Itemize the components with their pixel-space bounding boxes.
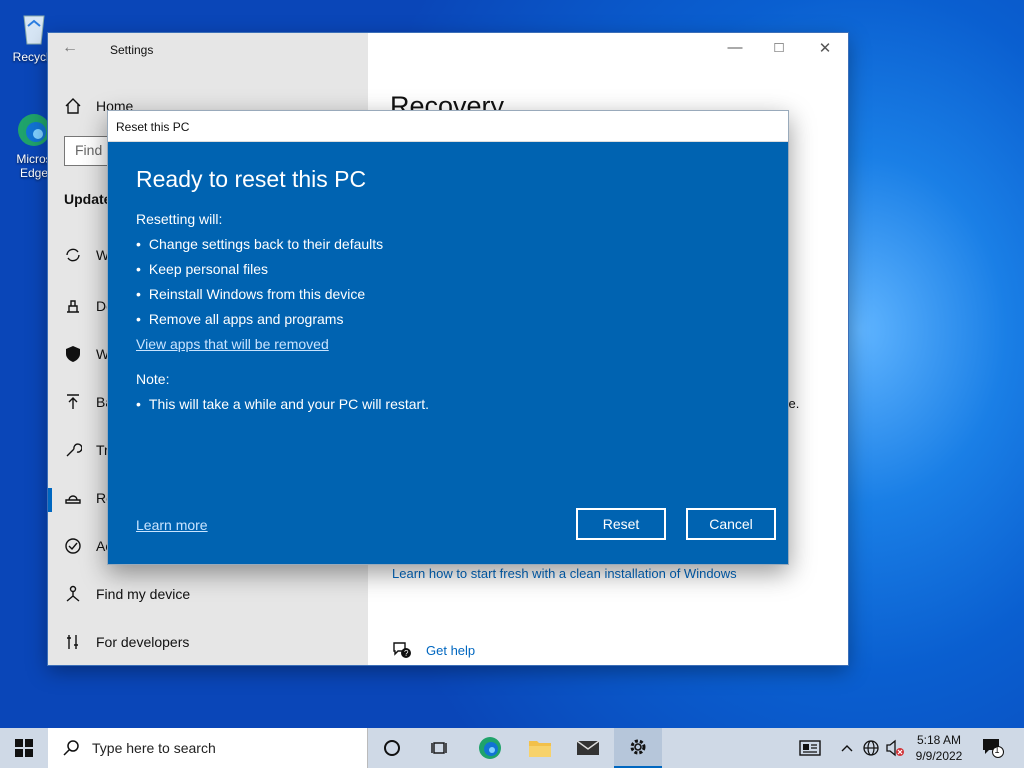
mail-icon [576,740,600,755]
news-interests-button[interactable] [796,728,824,768]
bullet-item: • Reinstall Windows from this device [136,286,366,302]
home-icon [65,98,81,114]
taskbar-edge[interactable] [466,728,514,768]
nav-item-troubleshoot[interactable]: Tr [64,438,109,462]
bullet-item: • Remove all apps and programs [136,311,344,327]
svg-text:?: ? [404,649,409,658]
taskbar-clock[interactable]: 5:18 AM 9/9/2022 [906,732,972,764]
reset-pc-dialog: Reset this PC Ready to reset this PC Res… [107,110,789,565]
troubleshoot-icon [66,443,82,457]
recovery-icon [65,495,81,504]
nav-item-activation[interactable]: Ac [64,534,112,558]
windows-security-icon [66,346,80,362]
notification-count: 1 [994,745,1000,755]
clock-time: 5:18 AM [916,733,962,747]
nav-item-backup[interactable]: Ba [64,390,113,414]
get-help-label: Get help [426,642,476,658]
minimize-button[interactable]: — [720,39,750,61]
news-icon [799,740,821,756]
cortana-icon [384,740,400,756]
show-hidden-icons-button[interactable] [838,728,856,768]
windows-logo-icon [15,739,33,757]
bullet-item: • Change settings back to their defaults [136,236,384,252]
note-bullet: • This will take a while and your PC will… [136,396,430,412]
edge-icon [479,737,501,759]
windows-update-icon [66,248,80,262]
gear-icon [630,739,646,755]
maximize-button[interactable]: □ [764,39,794,61]
search-icon [63,740,79,756]
action-center-button[interactable]: 1 [978,728,1008,768]
nav-item-find-my-device[interactable]: Find my device [64,582,190,606]
get-help-link[interactable]: ? Get help [392,641,475,659]
back-arrow-icon[interactable]: ← [62,39,78,57]
activation-icon [65,538,81,554]
clean-install-link[interactable]: Learn how to start fresh with a clean in… [392,566,737,581]
nav-item-label: Find my device [96,586,191,602]
learn-more-link[interactable]: Learn more [136,517,208,533]
volume-button[interactable] [884,728,906,768]
backup-icon [67,394,79,409]
cortana-button[interactable] [368,728,416,768]
clock-date: 9/9/2022 [915,749,963,763]
search-placeholder: Type here to search [92,740,216,756]
taskbar-file-explorer[interactable] [516,728,564,768]
nav-item-for-developers[interactable]: For developers [64,630,189,654]
nav-item-label: For developers [96,634,190,650]
view-apps-link[interactable]: View apps that will be removed [136,336,329,352]
taskbar-mail[interactable] [564,728,612,768]
nav-section-label: Update [64,191,112,207]
developers-icon [67,635,78,649]
close-button[interactable]: ✕ [810,39,840,61]
task-view-button[interactable] [416,728,464,768]
taskbar-search-box[interactable]: Type here to search [48,728,368,768]
nav-item-windows-update[interactable]: W [64,243,109,267]
find-my-device-icon [66,585,80,602]
dialog-titlebar: Reset this PC [108,111,788,142]
resetting-will-label: Resetting will: [136,211,223,227]
taskbar-settings[interactable] [614,728,662,768]
settings-titlebar: ← Settings — □ ✕ [48,33,848,65]
window-title: Settings [110,43,154,57]
network-globe-icon [863,740,879,756]
note-label: Note: [136,371,170,387]
bullet-item: • Keep personal files [136,261,268,277]
reset-button[interactable]: Reset [576,508,666,540]
get-help-icon: ? [393,642,411,658]
dialog-title: Reset this PC [116,120,190,134]
cancel-button[interactable]: Cancel [686,508,776,540]
task-view-icon [431,742,447,754]
dialog-heading: Ready to reset this PC [136,166,367,192]
folder-icon [529,741,551,757]
start-button[interactable] [0,728,48,768]
delivery-optimization-icon [67,300,79,313]
network-button[interactable] [860,728,882,768]
nav-item-windows-security[interactable]: W [64,342,109,366]
nav-selection-indicator [48,488,52,512]
chevron-up-icon [841,745,853,752]
taskbar: Type here to search 5:18 AM 9/9/2022 1 [0,728,1024,768]
volume-muted-icon [886,739,904,757]
